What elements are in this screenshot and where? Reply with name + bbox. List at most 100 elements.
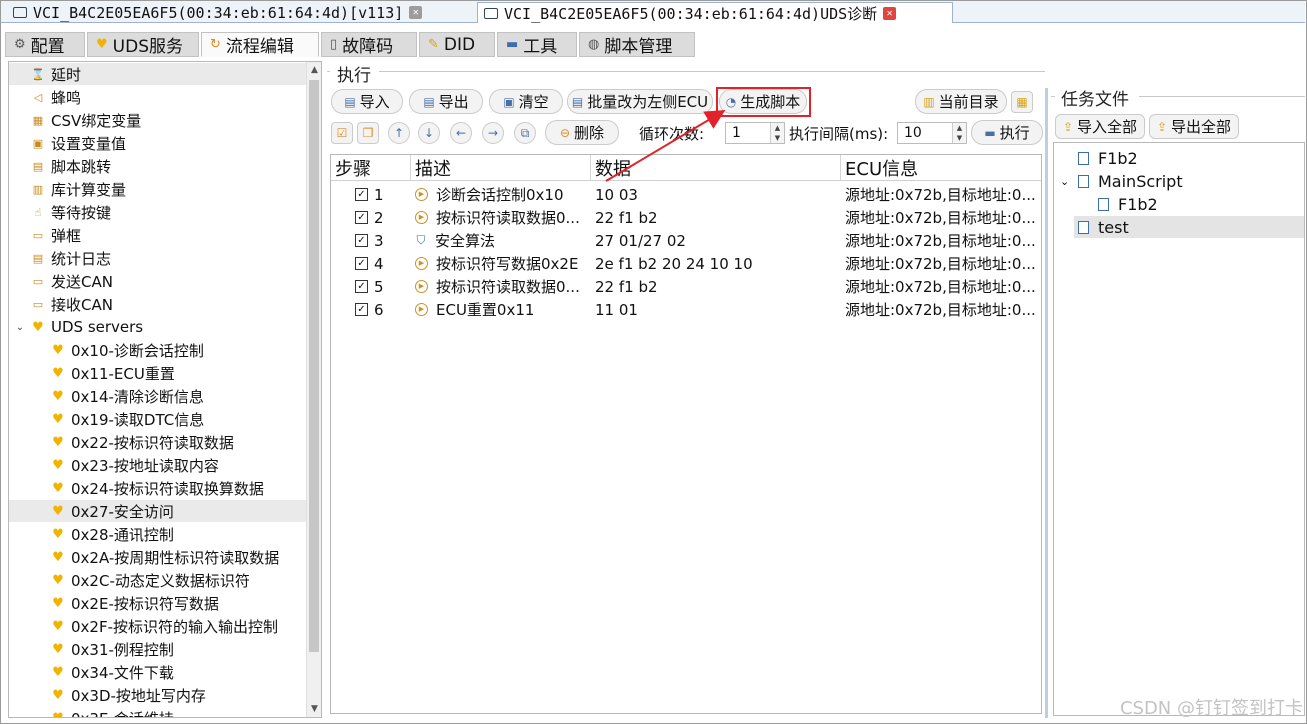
tree-scrollbar[interactable]: ▲ ▼ (306, 62, 321, 717)
import-label: 导入 (359, 93, 390, 111)
import-all-button[interactable]: ⇪ 导入全部 (1055, 114, 1145, 139)
spinner-arrows-icon[interactable]: ▲ ▼ (952, 123, 966, 143)
current-dir-button[interactable]: ▥ 当前目录 (915, 89, 1007, 114)
uds-service-item[interactable]: ♥ 0x2E-按标识符写数据 (9, 592, 307, 614)
uds-service-item[interactable]: ♥ 0x2F-按标识符的输入输出控制 (9, 615, 307, 637)
step-checkbox[interactable]: ✓ (355, 211, 368, 224)
column-header-step[interactable]: 步骤 (331, 155, 411, 181)
uds-service-item[interactable]: ♥ 0x27-安全访问 (9, 500, 307, 522)
uds-service-item[interactable]: ♥ 0x11-ECU重置 (9, 362, 307, 384)
step-checkbox[interactable]: ✓ (355, 234, 368, 247)
dialog-icon: ▭ (32, 228, 44, 242)
tree-item[interactable]: ⌛ 延时 (9, 63, 307, 85)
tab-label: UDS服务 (112, 37, 183, 57)
close-icon[interactable]: ✕ (409, 6, 423, 19)
tree-item[interactable]: ◁ 蜂鸣 (9, 86, 307, 108)
tree-item[interactable]: ▥ 库计算变量 (9, 178, 307, 200)
tree-item[interactable]: ▭ 发送CAN (9, 270, 307, 292)
tab-script-manage[interactable]: ◍ 脚本管理 (579, 32, 695, 57)
column-header-desc[interactable]: 描述 (411, 155, 591, 181)
move-down-button[interactable]: ↓ (418, 122, 440, 144)
tree-item[interactable]: ▤ 统计日志 (9, 247, 307, 269)
uds-service-item[interactable]: ♥ 0x3D-按地址写内存 (9, 684, 307, 706)
run-button[interactable]: ▬ 执行 (971, 120, 1043, 145)
tab-uds-service[interactable]: ♥ UDS服务 (87, 32, 199, 57)
open-dir-button[interactable]: ▦ (1011, 91, 1033, 113)
tree-item[interactable]: ☝ 等待按键 (9, 201, 307, 223)
folder-node[interactable]: ⌄ MainScript (1060, 170, 1183, 192)
file-label: test (1098, 217, 1129, 237)
copy-button[interactable]: ❐ (357, 122, 379, 144)
uds-service-item[interactable]: ♥ 0x34-文件下载 (9, 661, 307, 683)
uds-service-item[interactable]: ♥ 0x23-按地址读取内容 (9, 454, 307, 476)
export-all-button[interactable]: ⇪ 导出全部 (1149, 114, 1239, 139)
tab-tools[interactable]: ▬ 工具 (497, 32, 577, 57)
close-icon[interactable]: ✕ (883, 6, 897, 20)
tree-item[interactable]: ▣ 设置变量值 (9, 132, 307, 154)
execute-title: 执行 (333, 61, 375, 86)
tree-item[interactable]: ▭ 接收CAN (9, 293, 307, 315)
chevron-down-icon[interactable]: ⌄ (13, 322, 27, 333)
table-row[interactable]: ✓ 4 ▶ 按标识符写数据0x2E 2e f1 b2 20 24 10 10 源地址:0x… (331, 252, 1041, 275)
doc-tab-device[interactable]: VCI_B4C2E05EA6F5(00:34:eb:61:64:4d)[v113… (7, 2, 467, 23)
tree-item[interactable]: ▦ CSV绑定变量 (9, 109, 307, 131)
step-checkbox[interactable]: ✓ (355, 280, 368, 293)
table-row[interactable]: ✓ 5 ▶ 按标识符读取数据0... 22 f1 b2 源地址:0x72b,目标地址:0.… (331, 275, 1041, 298)
file-icon (1098, 197, 1109, 211)
arrow-left-icon: ← (455, 126, 467, 140)
move-up-button[interactable]: ↑ (388, 122, 410, 144)
move-left-button[interactable]: ← (450, 122, 472, 144)
column-header-ecu[interactable]: ECU信息 (841, 155, 1041, 181)
tab-config[interactable]: ⚙ 配置 (5, 32, 85, 57)
scroll-down-icon[interactable]: ▼ (307, 701, 321, 717)
table-row[interactable]: ✓ 3 ⛉ 安全算法 27 01/27 02 源地址:0x72b,目标地址:0... (331, 229, 1041, 252)
panel-splitter[interactable] (1045, 88, 1048, 718)
uds-service-item[interactable]: ♥ 0x2C-动态定义数据标识符 (9, 569, 307, 591)
move-right-button[interactable]: → (482, 122, 504, 144)
duplicate-button[interactable]: ⧉ (514, 122, 536, 144)
run-label: 执行 (999, 124, 1030, 142)
step-checkbox[interactable]: ✓ (355, 188, 368, 201)
tree-group[interactable]: ⌄ ♥ UDS servers (9, 316, 307, 338)
chevron-down-icon[interactable]: ⌄ (1060, 175, 1078, 188)
uds-service-item[interactable]: ♥ 0x28-通讯控制 (9, 523, 307, 545)
batch-ecu-button[interactable]: ▤ 批量改为左侧ECU (567, 89, 713, 114)
delete-button[interactable]: ⊖ 删除 (545, 120, 619, 145)
step-checkbox[interactable]: ✓ (355, 257, 368, 270)
step-checkbox[interactable]: ✓ (355, 303, 368, 316)
tree-item[interactable]: ▭ 弹框 (9, 224, 307, 246)
uds-service-item[interactable]: ♥ 0x31-例程控制 (9, 638, 307, 660)
uds-service-item[interactable]: ♥ 0x14-清除诊断信息 (9, 385, 307, 407)
spinner-arrows-icon[interactable]: ▲ ▼ (770, 123, 784, 143)
ecu-info: 源地址:0x72b,目标地址:0... (845, 278, 1036, 296)
file-node-selected[interactable]: test (1074, 216, 1304, 238)
heart-icon: ♥ (52, 549, 64, 565)
scroll-thumb[interactable] (309, 80, 319, 652)
column-header-data[interactable]: 数据 (591, 155, 841, 181)
loop-count-input[interactable]: 1 ▲ ▼ (725, 122, 785, 144)
uds-service-item[interactable]: ♥ 0x24-按标识符读取换算数据 (9, 477, 307, 499)
scroll-up-icon[interactable]: ▲ (307, 62, 321, 78)
table-row[interactable]: ✓ 6 ▶ ECU重置0x11 11 01 源地址:0x72b,目标地址:0... (331, 298, 1041, 321)
tab-dtc[interactable]: ▯ 故障码 (321, 32, 417, 57)
step-number: 5 (374, 277, 384, 296)
doc-tab-uds[interactable]: VCI_B4C2E05EA6F5(00:34:eb:61:64:4d)UDS诊断… (477, 2, 953, 23)
uds-service-item[interactable]: ♥ 0x19-读取DTC信息 (9, 408, 307, 430)
table-row[interactable]: ✓ 2 ▶ 按标识符读取数据0... 22 f1 b2 源地址:0x72b,目标地址:0.… (331, 206, 1041, 229)
clear-button[interactable]: ▣ 清空 (489, 89, 563, 114)
uds-service-item[interactable]: ♥ 0x3E-会话维持 (9, 707, 307, 718)
file-node[interactable]: F1b2 (1078, 147, 1138, 169)
file-node[interactable]: F1b2 (1098, 193, 1158, 215)
interval-input[interactable]: 10 ▲ ▼ (897, 122, 967, 144)
tree-item[interactable]: ▤ 脚本跳转 (9, 155, 307, 177)
select-all-button[interactable]: ☑ (331, 122, 353, 144)
uds-service-item[interactable]: ♥ 0x2A-按周期性标识符读取数据 (9, 546, 307, 568)
export-button[interactable]: ▤ 导出 (409, 89, 483, 114)
import-button[interactable]: ▤ 导入 (331, 89, 403, 114)
uds-service-item[interactable]: ♥ 0x22-按标识符读取数据 (9, 431, 307, 453)
clear-label: 清空 (518, 93, 549, 111)
uds-service-item[interactable]: ♥ 0x10-诊断会话控制 (9, 339, 307, 361)
tab-flow-edit[interactable]: ↻ 流程编辑 (201, 32, 319, 57)
tab-did[interactable]: ✎ DID (419, 32, 495, 57)
table-row[interactable]: ✓ 1 ▶ 诊断会话控制0x10 10 03 源地址:0x72b,目标地址:0... (331, 183, 1041, 206)
